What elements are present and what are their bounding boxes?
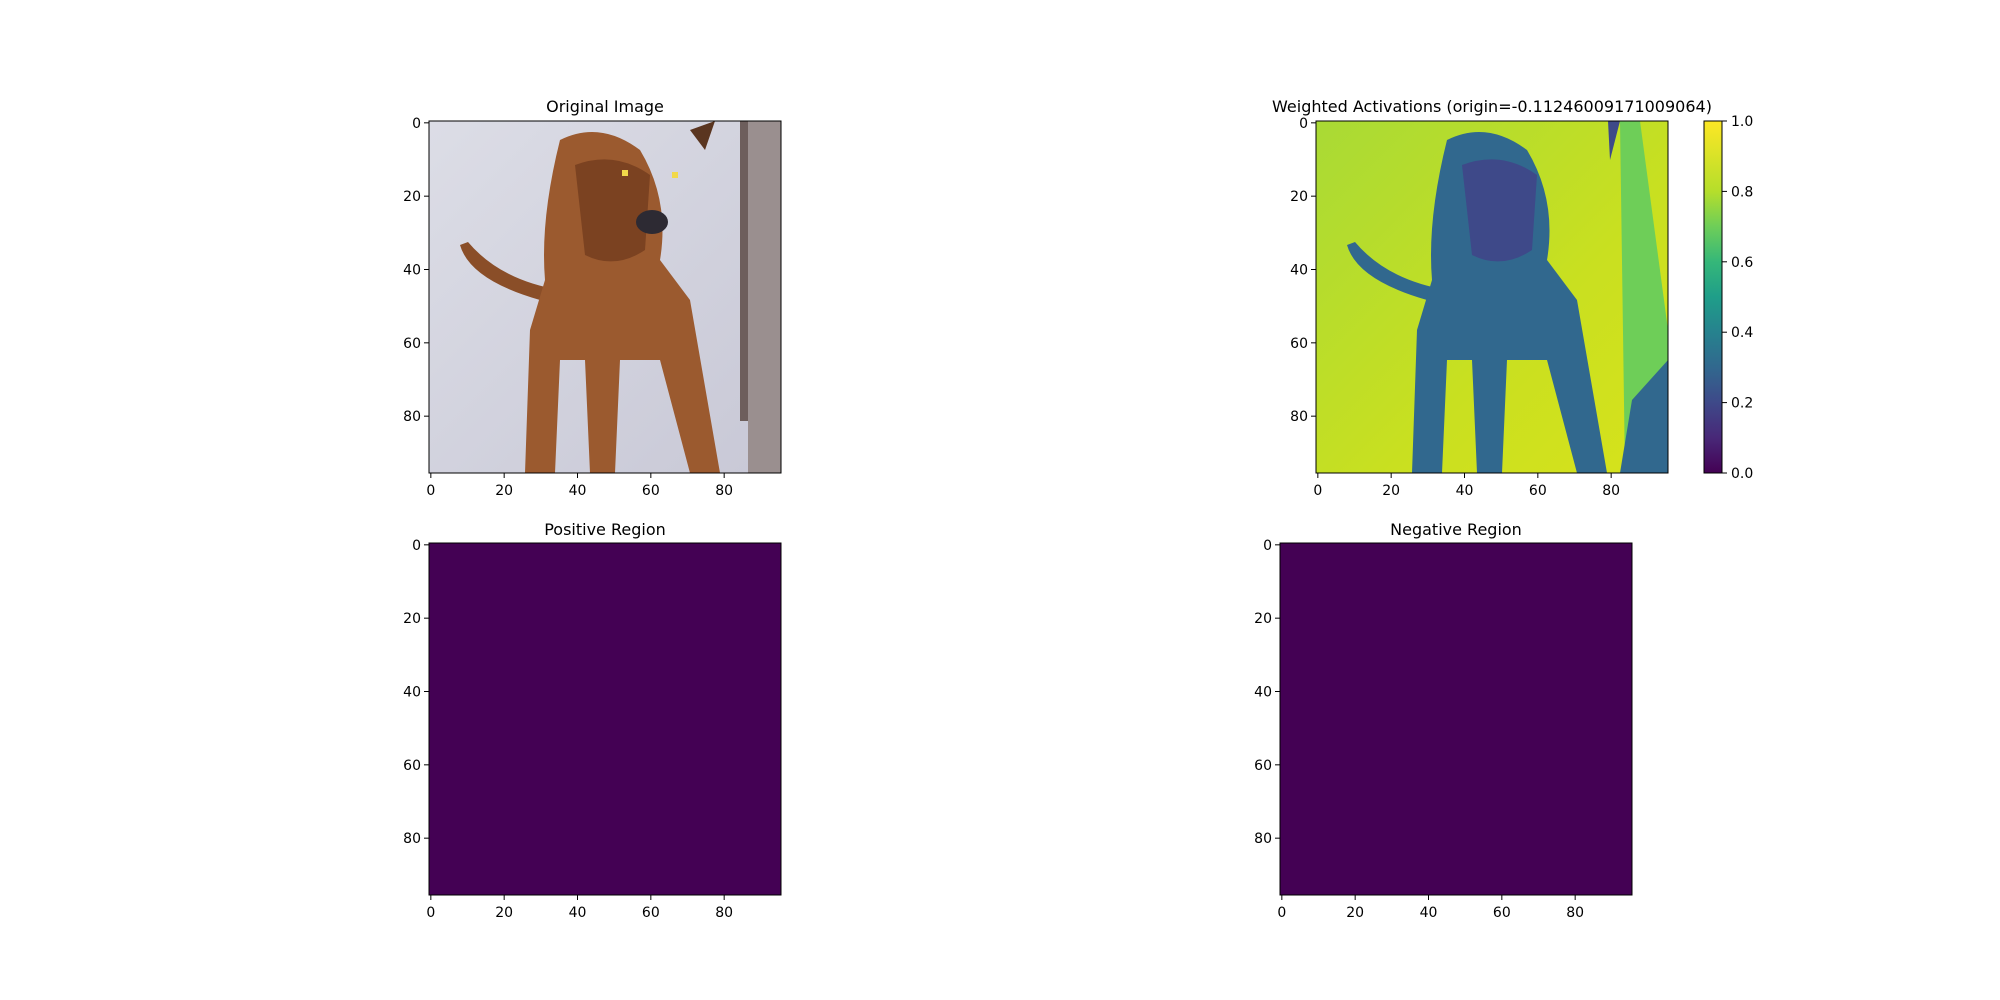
negative-region-raster [1280,543,1632,895]
original-image-xtick-label: 80 [715,483,733,499]
panel-weighted-activations: Weighted Activations (origin=-0.11246009… [1272,97,1753,499]
weighted-activations-ytick-label: 80 [1290,409,1308,425]
original-image-xtick-label: 20 [495,483,513,499]
colorbar-tick-label: 0.0 [1731,466,1753,482]
original-image-ytick-label: 20 [403,189,421,205]
panel-negative-region: Negative Region 0 20 40 60 80 0 20 40 60 80 [1254,520,1633,921]
colorbar-tick-label: 0.2 [1731,396,1753,412]
weighted-activations-xtick-label: 40 [1456,483,1474,499]
positive-region-xtick-label: 60 [642,905,660,921]
weighted-activations-xtick-label: 20 [1382,483,1400,499]
original-image-xtick-label: 40 [569,483,587,499]
original-image-raster [429,121,781,473]
colorbar-tick-label: 1.0 [1731,114,1753,130]
original-image-xtick-label: 60 [642,483,660,499]
negative-region-ytick-label: 60 [1254,758,1272,774]
negative-region-title: Negative Region [1390,520,1522,539]
original-image-ytick-label: 40 [403,263,421,279]
negative-region-ytick-label: 40 [1254,685,1272,701]
weighted-activations-xtick-label: 60 [1529,483,1547,499]
positive-region-xtick-label: 40 [569,905,587,921]
negative-region-xtick-label: 60 [1493,905,1511,921]
weighted-activations-ytick-label: 60 [1290,336,1308,352]
positive-region-ytick-label: 0 [412,538,421,554]
colorbar-tick-label: 0.4 [1731,325,1753,341]
original-image-ytick-label: 0 [412,116,421,132]
negative-region-ytick-label: 0 [1263,538,1272,554]
positive-region-ytick-label: 20 [403,611,421,627]
weighted-activations-xtick-label: 0 [1313,483,1322,499]
colorbar-ticks: 0.0 0.2 0.4 0.6 0.8 1.0 [1722,114,1753,482]
positive-region-ytick-label: 60 [403,758,421,774]
colorbar-tick-label: 0.6 [1731,255,1753,271]
weighted-activations-ytick-label: 40 [1290,263,1308,279]
original-image-xtick-label: 0 [426,483,435,499]
original-image-ytick-label: 60 [403,336,421,352]
positive-region-ytick-label: 80 [403,831,421,847]
weighted-activations-title: Weighted Activations (origin=-0.11246009… [1272,97,1712,116]
colorbar-gradient [1703,120,1723,474]
figure: Original Image 0 20 40 60 80 0 20 40 60 80 Weight… [403,97,1753,921]
colorbar-tick-label: 0.8 [1731,184,1753,200]
original-image-title: Original Image [546,97,664,116]
positive-region-xtick-label: 20 [495,905,513,921]
positive-region-ytick-label: 40 [403,685,421,701]
weighted-activations-ytick-label: 0 [1299,116,1308,132]
negative-region-xtick-label: 40 [1420,905,1438,921]
original-image-ytick-label: 80 [403,409,421,425]
weighted-activations-raster [1316,121,1668,473]
panel-original-image: Original Image 0 20 40 60 80 0 20 40 60 80 [403,97,782,499]
positive-region-xtick-label: 0 [426,905,435,921]
negative-region-xtick-label: 0 [1277,905,1286,921]
panel-positive-region: Positive Region 0 20 40 60 80 0 20 40 60 80 [403,520,782,921]
negative-region-ytick-label: 80 [1254,831,1272,847]
weighted-activations-ytick-label: 20 [1290,189,1308,205]
negative-region-xtick-label: 20 [1346,905,1364,921]
positive-region-xtick-label: 80 [715,905,733,921]
weighted-activations-xtick-label: 80 [1602,483,1620,499]
negative-region-ytick-label: 20 [1254,611,1272,627]
colorbar: 0.0 0.2 0.4 0.6 0.8 1.0 [1703,114,1753,482]
positive-region-raster [429,543,781,895]
positive-region-title: Positive Region [544,520,666,539]
negative-region-xtick-label: 80 [1566,905,1584,921]
